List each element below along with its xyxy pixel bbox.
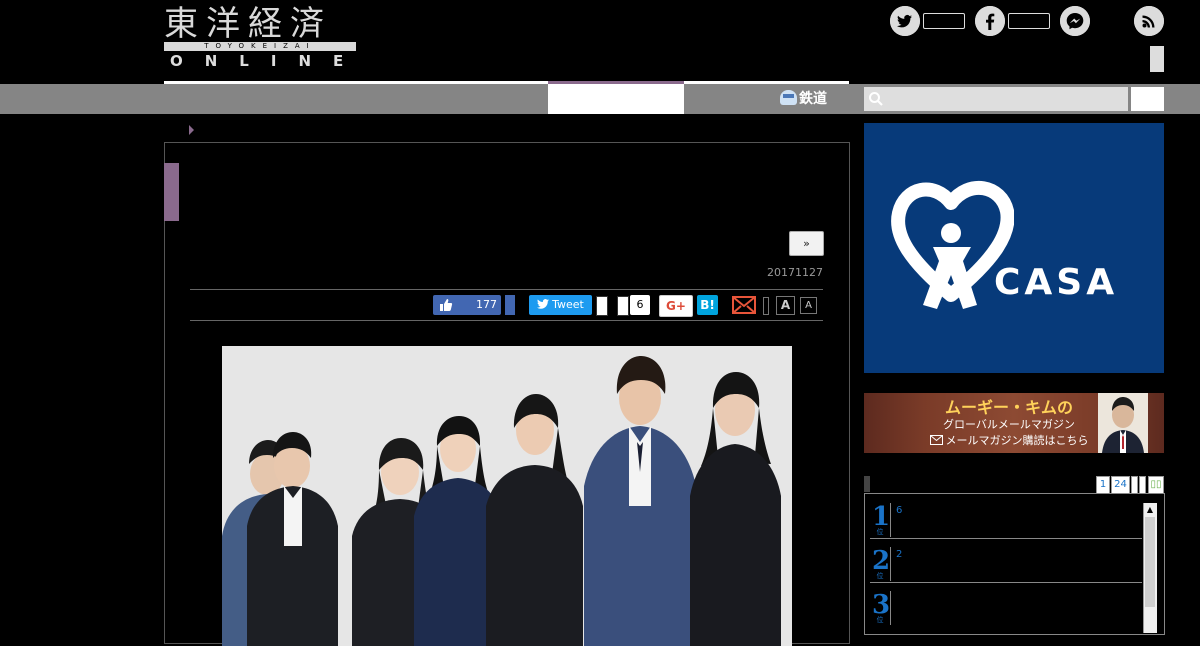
casa-wordmark: CASA xyxy=(994,262,1119,303)
next-page-button[interactable]: » xyxy=(789,231,824,256)
twitter-count-box xyxy=(923,13,965,29)
messenger-icon[interactable] xyxy=(1060,6,1090,36)
mag-cta-label: メールマガジン購読はこちら xyxy=(945,434,1089,447)
search-icon xyxy=(868,91,884,107)
rank-item-text[interactable]: 6 xyxy=(896,505,1136,517)
tweet-label: Tweet xyxy=(552,298,584,311)
font-size-large-button[interactable]: A xyxy=(776,296,795,315)
facebook-share-edge[interactable] xyxy=(505,295,515,315)
login-button[interactable] xyxy=(1150,46,1164,72)
ad-banner-casa[interactable]: ® CASA xyxy=(864,123,1164,373)
twitter-icon[interactable] xyxy=(890,6,920,36)
share-divider-bottom xyxy=(190,320,823,321)
rss-icon[interactable] xyxy=(1134,6,1164,36)
ranking-tab-1h[interactable]: 1 xyxy=(1096,476,1110,494)
title-accent-bar xyxy=(164,163,179,221)
ranking-header-mark xyxy=(864,476,870,492)
logo-kanji: 東洋経済 xyxy=(164,4,332,44)
mail-icon[interactable] xyxy=(732,296,756,314)
site-logo[interactable]: 東洋経済 TOYOKEIZAI ONLINE xyxy=(164,6,356,70)
thumbs-up-icon xyxy=(439,298,453,312)
nav-tab-active[interactable] xyxy=(548,84,684,114)
mag-title: ムーギー・キムの xyxy=(944,398,1073,417)
breadcrumb-arrow-icon xyxy=(189,125,194,135)
ranking-tab-week[interactable] xyxy=(1131,476,1138,494)
search-input[interactable] xyxy=(864,87,1128,111)
tweet-count-box xyxy=(596,296,608,316)
mag-cta: メールマガジン購読はこちら xyxy=(904,434,1114,448)
ranking-tab-more[interactable]: ▯▯ xyxy=(1148,476,1164,494)
like-count: 177 xyxy=(476,298,497,311)
share-separator xyxy=(763,297,769,315)
logo-online: ONLINE xyxy=(170,52,366,70)
author-photo xyxy=(1098,393,1148,453)
ranking-tab-month[interactable] xyxy=(1139,476,1146,494)
scrollbar-thumb[interactable] xyxy=(1145,517,1155,607)
nav-rail-label: 鉄道 xyxy=(799,91,827,107)
rank-suffix: 位 xyxy=(876,572,884,580)
registered-mark: ® xyxy=(971,267,981,278)
rank-suffix: 位 xyxy=(876,616,884,624)
article-photo xyxy=(222,346,792,646)
envelope-icon xyxy=(929,435,943,445)
share-divider-top xyxy=(190,289,823,290)
ranking-tab-24h[interactable]: 24 xyxy=(1111,476,1130,494)
nav-rail-link[interactable]: 鉄道 xyxy=(780,84,840,114)
rank-item-text[interactable] xyxy=(896,593,1136,605)
article-date: 20171127 xyxy=(767,266,823,279)
facebook-like-button[interactable]: 177 xyxy=(433,295,501,315)
tweet-button[interactable]: Tweet xyxy=(529,295,592,315)
hatena-bookmark-button[interactable]: B! xyxy=(697,295,718,315)
train-icon xyxy=(780,90,797,105)
facebook-icon[interactable] xyxy=(975,6,1005,36)
mag-subtitle: グローバルメールマガジン xyxy=(943,418,1075,431)
rank-divider xyxy=(890,591,891,625)
rank-row-divider xyxy=(870,538,1142,539)
facebook-count-box xyxy=(1008,13,1050,29)
scroll-up-arrow-icon[interactable]: ▲ xyxy=(1144,504,1156,516)
pocket-edge[interactable] xyxy=(617,296,629,316)
rank-divider xyxy=(890,503,891,537)
pocket-count: 6 xyxy=(630,295,650,315)
search-button[interactable] xyxy=(1131,87,1164,111)
rank-row-divider xyxy=(870,582,1142,583)
rank-item-text[interactable]: 2 xyxy=(896,549,1136,561)
font-size-small-button[interactable]: A xyxy=(800,297,817,314)
twitter-bird-icon xyxy=(537,299,550,309)
logo-roman: TOYOKEIZAI xyxy=(204,42,316,50)
ad-banner-mail-magazine[interactable]: ムーギー・キムの グローバルメールマガジン メールマガジン購読はこちら xyxy=(864,393,1164,453)
rank-divider xyxy=(890,547,891,581)
rank-suffix: 位 xyxy=(876,528,884,536)
google-plus-button[interactable]: G+ xyxy=(659,295,693,317)
